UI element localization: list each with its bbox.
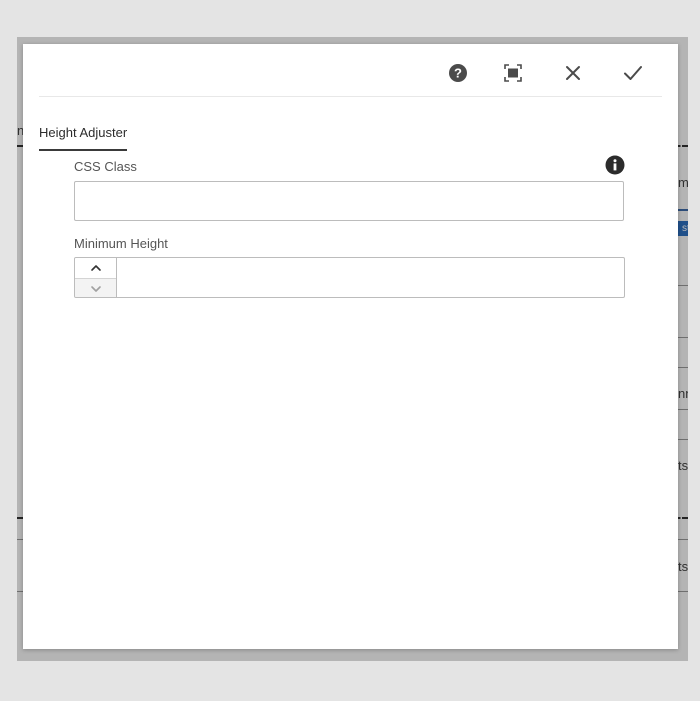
fullscreen-button[interactable] [498,58,528,88]
minimum-height-stepper [74,257,625,298]
minimum-height-label: Minimum Height [74,236,168,251]
done-button[interactable] [618,58,648,88]
css-class-label: CSS Class [74,159,137,174]
tab-list: Height Adjuster [39,124,128,154]
chevron-up-icon [90,259,102,277]
close-button[interactable] [558,58,588,88]
close-icon [564,64,582,82]
tab-height-adjuster[interactable]: Height Adjuster [39,125,128,151]
fullscreen-icon [503,63,523,83]
checkmark-icon [623,64,643,82]
info-icon[interactable] [605,155,625,175]
increment-button[interactable] [75,258,116,279]
chevron-down-icon [90,280,102,297]
stepper-buttons [74,257,116,298]
minimum-height-input[interactable] [116,257,625,298]
edit-dialog: ? Height Adjuster CSS Class Minimum Heig… [23,44,678,649]
css-class-input[interactable] [74,181,624,221]
decrement-button[interactable] [75,279,116,297]
help-button[interactable]: ? [443,58,473,88]
dialog-header: ? [39,44,662,97]
svg-text:?: ? [454,66,462,81]
help-circle-icon: ? [448,63,468,83]
